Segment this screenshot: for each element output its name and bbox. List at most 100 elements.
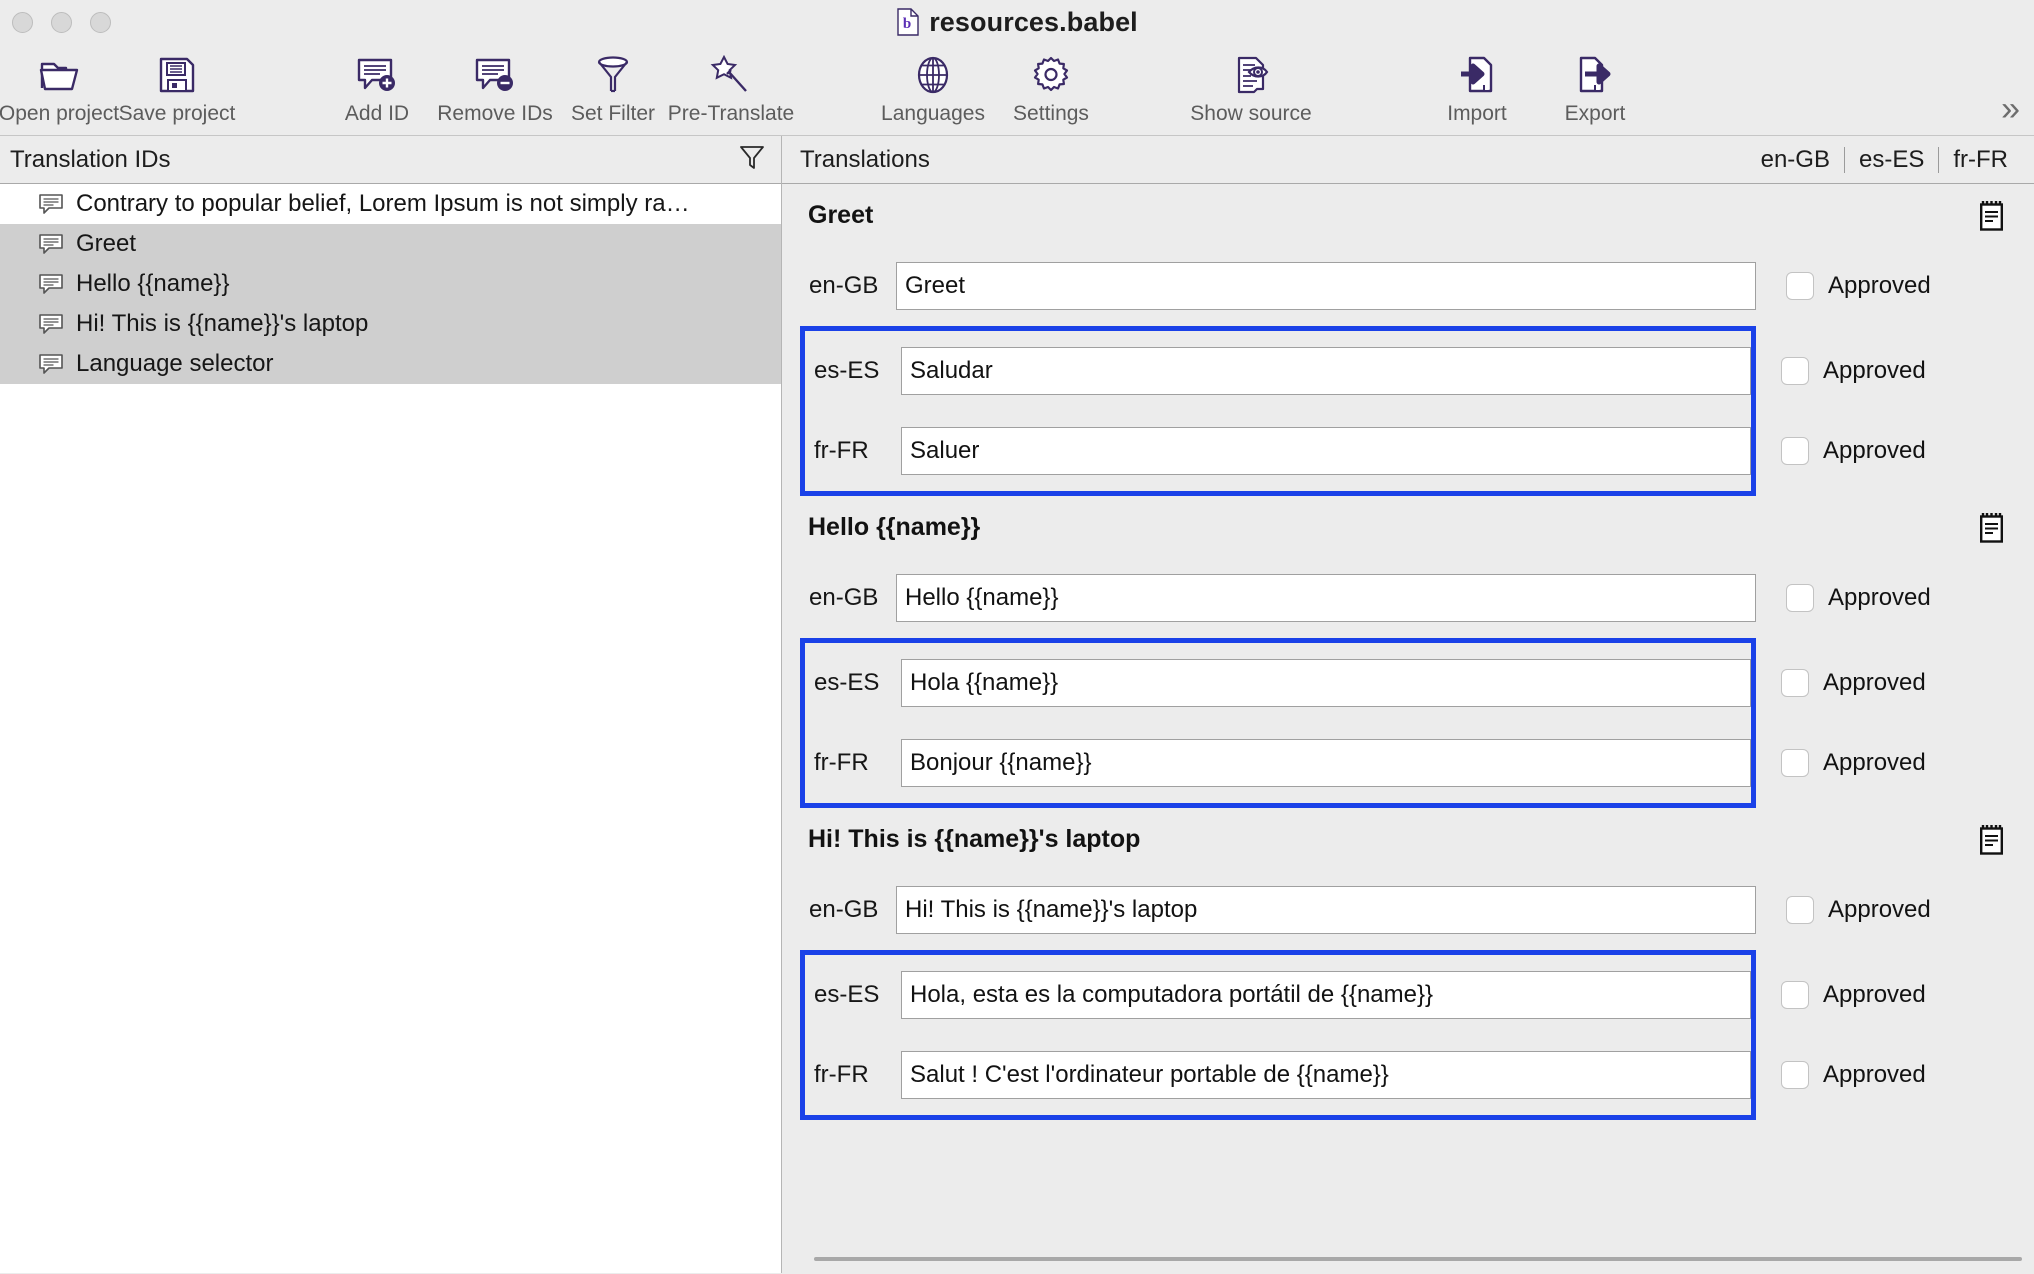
list-item-label: Greet: [76, 230, 137, 257]
tab-es-es[interactable]: es-ES: [1845, 146, 1938, 174]
approved-control[interactable]: Approved: [1756, 584, 2016, 612]
magic-wand-icon: [710, 52, 752, 98]
approved-label: Approved: [1823, 669, 1926, 696]
speech-bubble-icon: [39, 194, 63, 214]
notepad-icon[interactable]: [1979, 824, 2004, 855]
list-item[interactable]: Hello {{name}}: [0, 264, 781, 304]
floppy-disk-icon: [158, 52, 196, 98]
list-item-label: Contrary to popular belief, Lorem Ipsum …: [76, 190, 690, 217]
translation-input[interactable]: Hola, esta es la computadora portátil de…: [901, 971, 1751, 1019]
import-arrow-icon: [1458, 52, 1496, 98]
open-project-button[interactable]: Open project: [0, 47, 119, 126]
speech-bubble-icon: [39, 354, 63, 374]
toolbar-label: Export: [1564, 102, 1626, 125]
approved-checkbox[interactable]: [1781, 357, 1809, 385]
approved-checkbox[interactable]: [1781, 437, 1809, 465]
save-project-button[interactable]: Save project: [118, 47, 236, 126]
funnel-icon: [594, 52, 632, 98]
translation-input[interactable]: Greet: [896, 262, 1756, 310]
export-button[interactable]: Export: [1536, 47, 1654, 126]
approved-checkbox[interactable]: [1781, 1061, 1809, 1089]
toolbar-label: Show source: [1190, 102, 1312, 125]
page-title: resources.babel: [929, 6, 1138, 37]
approved-label: Approved: [1823, 437, 1926, 464]
tab-fr-fr[interactable]: fr-FR: [1939, 146, 2022, 174]
approved-control[interactable]: Approved: [1751, 437, 2011, 465]
toolbar-label: Settings: [1013, 102, 1089, 125]
translation-group: Hi! This is {{name}}'s laptop en-GB Hi! …: [782, 808, 2034, 1120]
row-language-label: es-ES: [814, 981, 880, 1008]
selection-highlight-box: es-ES Hola {{name}} Approved fr-FR Bonjo…: [800, 638, 1926, 808]
toolbar-overflow-button[interactable]: »: [2001, 92, 2020, 126]
window-title-group: b resources.babel: [0, 7, 2034, 38]
set-filter-button[interactable]: Set Filter: [554, 47, 672, 126]
list-item[interactable]: Greet: [0, 224, 781, 264]
translation-input[interactable]: Hello {{name}}: [896, 574, 1756, 622]
import-button[interactable]: Import: [1418, 47, 1536, 126]
group-header: Hi! This is {{name}}'s laptop: [800, 808, 2016, 870]
list-item-label: Hello {{name}}: [76, 270, 230, 297]
toolbar-label: Save project: [118, 102, 236, 125]
approved-checkbox[interactable]: [1786, 272, 1814, 300]
group-title: Hi! This is {{name}}'s laptop: [808, 824, 1141, 853]
translations-panel: Translations en-GB es-ES fr-FR Greet en-…: [782, 136, 2034, 1273]
approved-control[interactable]: Approved: [1751, 981, 2011, 1009]
approved-control[interactable]: Approved: [1751, 1061, 2011, 1089]
translation-input[interactable]: Hola {{name}}: [901, 659, 1751, 707]
highlighted-rows-wrap: es-ES Saludar Approved fr-FR Saluer Appr…: [800, 326, 1926, 496]
approved-checkbox[interactable]: [1781, 981, 1809, 1009]
translation-row: en-GB Hi! This is {{name}}'s laptop Appr…: [800, 870, 1931, 950]
highlighted-rows-wrap: es-ES Hola, esta es la computadora portá…: [800, 950, 1926, 1120]
approved-checkbox[interactable]: [1781, 669, 1809, 697]
filter-icon[interactable]: [739, 144, 765, 175]
list-item-label: Hi! This is {{name}}'s laptop: [76, 310, 369, 337]
settings-button[interactable]: Settings: [992, 47, 1110, 126]
horizontal-scrollbar[interactable]: [814, 1257, 2022, 1261]
languages-button[interactable]: Languages: [874, 47, 992, 126]
translation-row: es-ES Saludar Approved: [805, 331, 1926, 411]
list-item[interactable]: Hi! This is {{name}}'s laptop: [0, 304, 781, 344]
toolbar-label: Remove IDs: [437, 102, 553, 125]
minimize-button[interactable]: [51, 11, 72, 33]
translation-input[interactable]: Hi! This is {{name}}'s laptop: [896, 886, 1756, 934]
source-row-wrap: en-GB Hi! This is {{name}}'s laptop Appr…: [800, 870, 2016, 950]
remove-ids-button[interactable]: Remove IDs: [436, 47, 554, 126]
row-language-label: fr-FR: [814, 749, 869, 776]
group-header: Hello {{name}}: [800, 496, 2016, 558]
approved-control[interactable]: Approved: [1756, 896, 2016, 924]
approved-control[interactable]: Approved: [1751, 669, 2011, 697]
toolbar-label: Add ID: [344, 102, 410, 125]
approved-checkbox[interactable]: [1786, 896, 1814, 924]
document-eye-icon: [1231, 52, 1271, 98]
translations-header: Translations en-GB es-ES fr-FR: [782, 136, 2034, 184]
pre-translate-button[interactable]: Pre-Translate: [668, 47, 794, 126]
globe-icon: [913, 52, 953, 98]
add-id-button[interactable]: Add ID: [318, 47, 436, 126]
tab-en-gb[interactable]: en-GB: [1747, 146, 1844, 174]
close-button[interactable]: [12, 11, 33, 33]
list-item[interactable]: Contrary to popular belief, Lorem Ipsum …: [0, 184, 781, 224]
translation-ids-list[interactable]: Contrary to popular belief, Lorem Ipsum …: [0, 184, 781, 1273]
approved-control[interactable]: Approved: [1756, 272, 2016, 300]
group-title: Greet: [808, 200, 874, 229]
approved-checkbox[interactable]: [1781, 749, 1809, 777]
notepad-icon[interactable]: [1979, 200, 2004, 231]
selection-highlight-box: es-ES Saludar Approved fr-FR Saluer Appr…: [800, 326, 1926, 496]
translation-input[interactable]: Bonjour {{name}}: [901, 739, 1751, 787]
translation-input[interactable]: Saludar: [901, 347, 1751, 395]
svg-text:b: b: [903, 16, 911, 32]
translation-input[interactable]: Saluer: [901, 427, 1751, 475]
maximize-button[interactable]: [90, 11, 111, 33]
approved-checkbox[interactable]: [1786, 584, 1814, 612]
translation-row: es-ES Hola, esta es la computadora portá…: [805, 955, 1926, 1035]
notepad-icon[interactable]: [1979, 512, 2004, 543]
list-item[interactable]: Language selector: [0, 344, 781, 384]
translation-groups: Greet en-GB Greet Approved es-ES Saludar…: [782, 184, 2034, 1273]
translation-row: es-ES Hola {{name}} Approved: [805, 643, 1926, 723]
translation-input[interactable]: Salut ! C'est l'ordinateur portable de {…: [901, 1051, 1751, 1099]
show-source-button[interactable]: Show source: [1190, 47, 1312, 126]
approved-control[interactable]: Approved: [1751, 749, 2011, 777]
traffic-lights: [12, 11, 111, 33]
approved-label: Approved: [1823, 357, 1926, 384]
approved-control[interactable]: Approved: [1751, 357, 2011, 385]
